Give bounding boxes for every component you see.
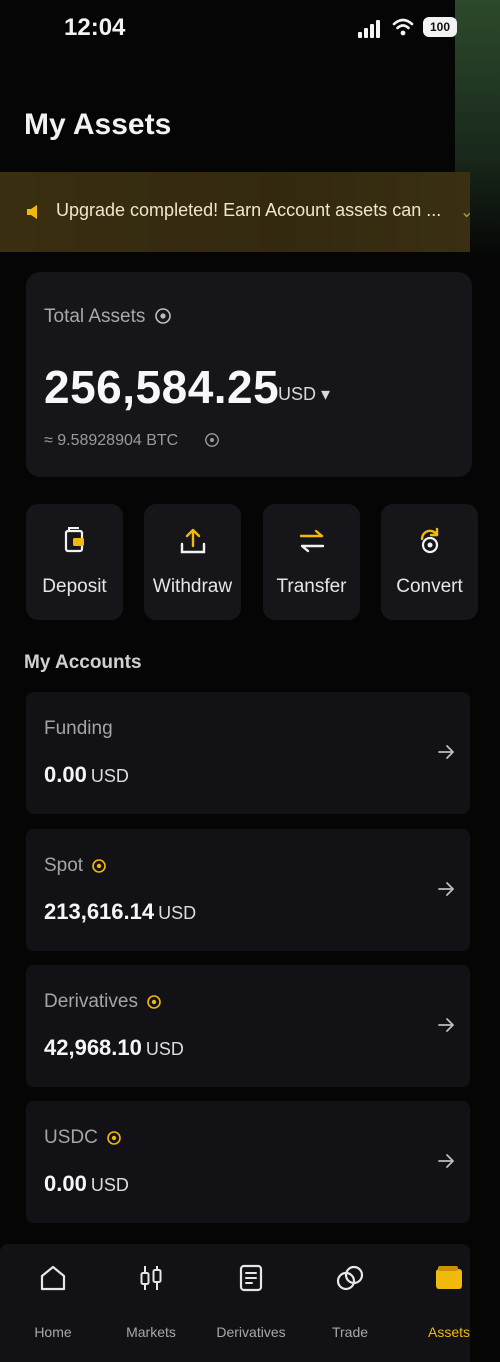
- convert-button[interactable]: Convert: [381, 504, 478, 620]
- speaker-icon: [27, 205, 37, 219]
- nav-derivatives[interactable]: Derivatives: [206, 1262, 296, 1352]
- withdraw-button[interactable]: Withdraw: [144, 504, 241, 620]
- wifi-icon: [392, 18, 414, 36]
- banner-text: Upgrade completed! Earn Account assets c…: [56, 200, 442, 220]
- total-assets-amount: 256,584.25: [44, 361, 280, 413]
- account-name: Spot: [44, 855, 84, 876]
- nav-trade[interactable]: Trade: [305, 1262, 395, 1352]
- nav-markets[interactable]: Markets: [106, 1262, 196, 1352]
- account-spot[interactable]: Spot 213,616.14 USD: [26, 829, 470, 951]
- chevron-down-icon[interactable]: ⌄: [460, 202, 473, 222]
- account-value: 42,968.10: [44, 1035, 142, 1060]
- account-name: USDC: [44, 1127, 98, 1148]
- account-value: 0.00: [44, 762, 87, 787]
- withdraw-label: Withdraw: [152, 576, 233, 597]
- arrow-right-icon: [438, 1018, 454, 1032]
- withdraw-icon: [180, 528, 205, 554]
- arrow-right-icon: [438, 1154, 454, 1168]
- markets-icon: [140, 1266, 162, 1290]
- nav-markets-label: Markets: [126, 1324, 176, 1340]
- target-icon: [147, 995, 161, 1009]
- info-icon[interactable]: [204, 432, 220, 448]
- battery-icon: 100: [423, 17, 457, 37]
- total-assets-card: Total Assets 256,584.25 USD ▾ ≈ 9.589289…: [26, 272, 472, 477]
- account-unit: USD: [145, 1039, 184, 1059]
- deposit-button[interactable]: Deposit: [26, 504, 123, 620]
- account-name: Funding: [44, 718, 113, 739]
- account-usdc[interactable]: USDC 0.00 USD: [26, 1101, 470, 1223]
- home-icon: [40, 1265, 66, 1291]
- status-bar: 12:04 100: [0, 0, 500, 60]
- eye-icon[interactable]: [154, 307, 172, 325]
- account-unit: USD: [158, 903, 197, 923]
- convert-label: Convert: [396, 576, 463, 597]
- currency-selector[interactable]: USD ▾: [278, 384, 330, 405]
- nav-derivatives-label: Derivatives: [216, 1324, 286, 1340]
- status-time: 12:04: [64, 14, 126, 41]
- nav-trade-label: Trade: [331, 1324, 369, 1340]
- account-unit: USD: [90, 766, 129, 786]
- wallet-icon: [436, 1266, 462, 1289]
- my-accounts-title: My Accounts: [24, 652, 142, 673]
- arrow-right-icon: [438, 745, 454, 759]
- total-assets-btc: ≈ 9.58928904 BTC: [44, 432, 179, 449]
- account-unit: USD: [90, 1175, 129, 1195]
- account-name: Derivatives: [44, 991, 138, 1012]
- account-value: 0.00: [44, 1171, 87, 1196]
- deposit-icon: [64, 527, 84, 553]
- transfer-icon: [299, 529, 324, 553]
- derivatives-icon: [239, 1264, 263, 1292]
- target-icon: [92, 859, 106, 873]
- target-icon: [107, 1131, 121, 1145]
- transfer-button[interactable]: Transfer: [263, 504, 360, 620]
- bottom-nav: Home Markets Derivatives Trade Assets: [0, 1244, 470, 1362]
- account-funding[interactable]: Funding 0.00 USD: [26, 692, 470, 814]
- upgrade-banner[interactable]: Upgrade completed! Earn Account assets c…: [0, 172, 473, 252]
- quick-actions: Deposit Withdraw Transfer Convert: [26, 504, 500, 622]
- arrow-right-icon: [438, 882, 454, 896]
- convert-icon: [420, 527, 438, 554]
- account-value: 213,616.14: [44, 899, 155, 924]
- signal-icon: [358, 18, 384, 38]
- total-assets-label: Total Assets: [44, 306, 146, 327]
- trade-icon: [336, 1265, 364, 1291]
- transfer-label: Transfer: [276, 576, 347, 597]
- page-title: My Assets: [24, 108, 172, 141]
- nav-home-label: Home: [34, 1324, 72, 1340]
- nav-assets-label: Assets: [427, 1324, 470, 1340]
- deposit-label: Deposit: [42, 576, 107, 597]
- account-derivatives[interactable]: Derivatives 42,968.10 USD: [26, 965, 470, 1087]
- nav-home[interactable]: Home: [8, 1262, 98, 1352]
- nav-assets[interactable]: Assets: [404, 1262, 494, 1352]
